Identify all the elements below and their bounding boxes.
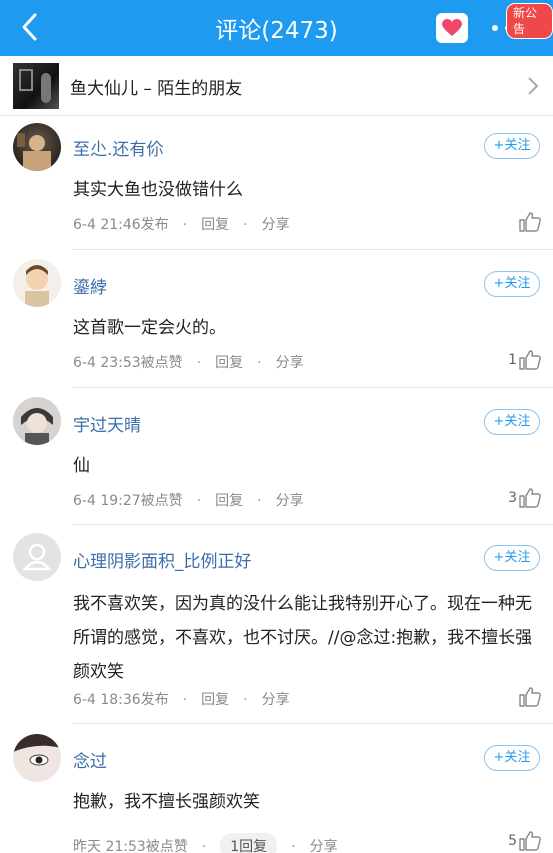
reply-button[interactable]: 回复	[201, 214, 229, 234]
comment-meta: 昨天 21:53被点赞 · 1回复 · 分享	[73, 833, 338, 853]
reply-button[interactable]: 回复	[215, 490, 243, 510]
comment-text: 仙	[73, 456, 90, 476]
like-count: 1	[508, 352, 517, 368]
share-button[interactable]: 分享	[262, 689, 290, 709]
comment-time: 6-4 18:36发布	[73, 692, 169, 708]
share-button[interactable]: 分享	[262, 214, 290, 234]
avatar[interactable]	[13, 533, 61, 581]
like-button[interactable]: 3	[508, 488, 541, 508]
announcement-badge[interactable]: 新公告	[506, 3, 553, 39]
like-count: 5	[508, 833, 517, 849]
comment-time: 6-4 19:27被点赞	[73, 493, 183, 509]
comment-time: 6-4 21:46发布	[73, 217, 169, 233]
album-cover	[13, 63, 59, 109]
top-bar: 评论(2473) 新公告	[0, 0, 553, 56]
comment-item: 鎏綍 +关注 这首歌一定会火的。 6-4 23:53被点赞 · 回复 · 分享 1	[0, 250, 553, 388]
reply-button[interactable]: 回复	[201, 689, 229, 709]
thumbs-up-icon	[519, 350, 541, 370]
comment-meta: 6-4 19:27被点赞 · 回复 · 分享	[73, 490, 304, 510]
avatar[interactable]	[13, 397, 61, 445]
comment-meta: 6-4 18:36发布 · 回复 · 分享	[73, 689, 290, 709]
song-title: 鱼大仙儿 – 陌生的朋友	[70, 79, 243, 99]
thumbs-up-icon	[519, 687, 541, 707]
comment-item: 至尐.还有伱 +关注 其实大鱼也没做错什么 6-4 21:46发布 · 回复 · 分享	[0, 116, 553, 250]
username[interactable]: 鎏綍	[73, 273, 107, 298]
comment-text: 这首歌一定会火的。	[73, 318, 226, 338]
thumbs-up-icon	[519, 831, 541, 851]
reply-button[interactable]: 回复	[215, 352, 243, 372]
comment-text: 我不喜欢笑，因为真的没什么能让我特别开心了。现在一种无所谓的感觉，不喜欢，也不讨…	[73, 594, 533, 682]
thumbs-up-icon	[519, 212, 541, 232]
follow-button[interactable]: +关注	[484, 133, 540, 159]
avatar[interactable]	[13, 259, 61, 307]
share-button[interactable]: 分享	[310, 836, 338, 853]
page-title: 评论(2473)	[215, 18, 338, 44]
username[interactable]: 念过	[73, 747, 107, 772]
comment-time: 昨天 21:53被点赞	[73, 839, 188, 853]
thumbs-up-icon	[519, 488, 541, 508]
username[interactable]: 心理阴影面积_比例正好	[73, 547, 252, 572]
comment-item: 念过 +关注 抱歉，我不擅长强颜欢笑 昨天 21:53被点赞 · 1回复 · 分享 5	[0, 724, 553, 853]
comment-text: 其实大鱼也没做错什么	[73, 180, 243, 200]
avatar[interactable]	[13, 734, 61, 782]
username[interactable]: 宇过天晴	[73, 411, 141, 436]
username[interactable]: 至尐.还有伱	[73, 135, 163, 160]
comment-text: 抱歉，我不擅长强颜欢笑	[73, 792, 260, 812]
heart-icon[interactable]	[436, 13, 468, 43]
follow-button[interactable]: +关注	[484, 271, 540, 297]
avatar[interactable]	[13, 123, 61, 171]
chevron-right-icon	[527, 76, 539, 100]
like-button[interactable]: 5	[508, 831, 541, 851]
comment-meta: 6-4 23:53被点赞 · 回复 · 分享	[73, 352, 304, 372]
like-button[interactable]	[517, 687, 541, 707]
share-button[interactable]: 分享	[276, 490, 304, 510]
song-row[interactable]: 鱼大仙儿 – 陌生的朋友	[0, 56, 553, 116]
comment-time: 6-4 23:53被点赞	[73, 355, 183, 371]
comment-item: 心理阴影面积_比例正好 +关注 我不喜欢笑，因为真的没什么能让我特别开心了。现在…	[0, 525, 553, 724]
like-count: 3	[508, 490, 517, 506]
like-button[interactable]	[517, 212, 541, 232]
follow-button[interactable]: +关注	[484, 545, 540, 571]
comment-item: 宇过天晴 +关注 仙 6-4 19:27被点赞 · 回复 · 分享 3	[0, 388, 553, 525]
reply-count-button[interactable]: 1回复	[220, 833, 278, 853]
follow-button[interactable]: +关注	[484, 409, 540, 435]
follow-button[interactable]: +关注	[484, 745, 540, 771]
like-button[interactable]: 1	[508, 350, 541, 370]
share-button[interactable]: 分享	[276, 352, 304, 372]
comment-meta: 6-4 21:46发布 · 回复 · 分享	[73, 214, 290, 234]
